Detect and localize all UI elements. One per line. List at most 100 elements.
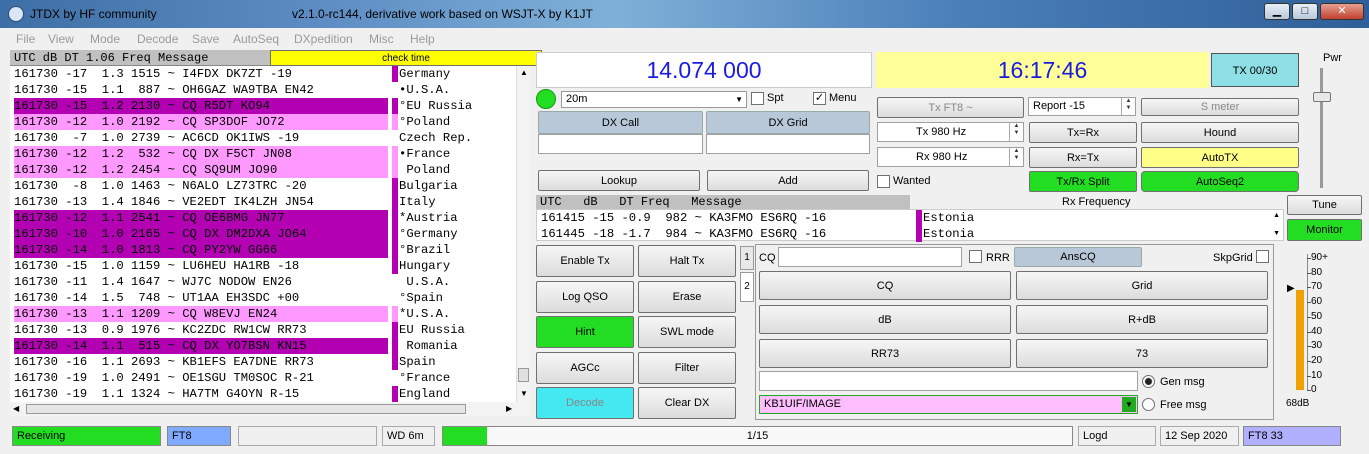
report-spinbox[interactable]: Report -15 ▲ ▼ — [1028, 97, 1136, 116]
filter-button[interactable]: Filter — [638, 352, 736, 384]
band-row[interactable]: 161730 -12 1.2 2454 ~ CQ SQ9UM JO90 Pola… — [10, 162, 516, 178]
autotx-button[interactable]: AutoTX — [1141, 147, 1299, 168]
wanted-checkbox[interactable] — [877, 175, 890, 188]
tx-rx-split-button[interactable]: Tx/Rx Split — [1029, 171, 1137, 192]
tx-spin-arrows-icon[interactable]: ▲ ▼ — [1009, 123, 1023, 141]
lookup-button[interactable]: Lookup — [538, 170, 700, 191]
maximize-button[interactable]: □ — [1292, 3, 1318, 20]
menu-file[interactable]: File — [16, 32, 35, 46]
rrr-checkbox[interactable] — [969, 250, 982, 263]
close-button[interactable]: ✕ — [1320, 3, 1364, 20]
s-meter-button[interactable]: S meter — [1141, 98, 1299, 116]
band-row[interactable]: 161730 -13 0.9 1976 ~ KC2ZDC RW1CW RR73 E… — [10, 322, 516, 338]
halt-tx-button[interactable]: Halt Tx — [638, 245, 736, 277]
band-row[interactable]: 161730 -13 1.1 1209 ~ CQ W8EVJ EN24 *U.S.… — [10, 306, 516, 322]
tab-1[interactable]: 1 — [740, 246, 754, 270]
menu-view[interactable]: View — [48, 32, 74, 46]
gen-73-button[interactable]: 73 — [1016, 339, 1268, 368]
gen-msg-radio[interactable] — [1142, 375, 1155, 388]
band-row[interactable]: 161730 -14 1.5 748 ~ UT1AA EH3SDC +00 °Sp… — [10, 290, 516, 306]
band-row[interactable]: 161730 -14 1.1 515 ~ CQ DX YO7BSN KN15 R… — [10, 338, 516, 354]
scroll-left-icon[interactable]: ◀ — [13, 404, 19, 413]
band-row[interactable]: 161730 -14 1.0 1813 ~ CQ PY2YW GG66 °Braz… — [10, 242, 516, 258]
rx-frequency-list[interactable]: 161415 -15 -0.9 982 ~ KA3FMO ES6RQ -16 E… — [536, 209, 1284, 242]
band-row[interactable]: 161730 -19 1.0 2491 ~ OE1SGU TM0SOC R-21… — [10, 370, 516, 386]
decode-button[interactable]: Decode — [536, 387, 634, 419]
clear-dx-button[interactable]: Clear DX — [638, 387, 736, 419]
rx-spin-arrows-icon[interactable]: ▲ ▼ — [1009, 148, 1023, 166]
menu-dxpedition[interactable]: DXpedition — [294, 32, 353, 46]
band-row[interactable]: 161730 -10 1.0 2165 ~ CQ DX DM2DXA JO64 °… — [10, 226, 516, 242]
cq-input[interactable] — [778, 247, 962, 267]
band-row[interactable]: 161730 -15 1.0 1159 ~ LU6HEU HA1RB -18 Hu… — [10, 258, 516, 274]
tx-mode-button[interactable]: Tx FT8 ~ — [877, 97, 1024, 118]
band-row[interactable]: 161730 -12 1.0 2192 ~ CQ SP3DOF JO72 °Pol… — [10, 114, 516, 130]
menu-checkbox[interactable]: ✓ — [813, 92, 826, 105]
band-row[interactable]: 161730 -12 1.1 2541 ~ CQ OE6BMG JN77 *Aus… — [10, 210, 516, 226]
log-qso-button[interactable]: Log QSO — [536, 281, 634, 313]
menu-misc[interactable]: Misc — [369, 32, 394, 46]
menu-save[interactable]: Save — [192, 32, 219, 46]
tx-eq-rx-button[interactable]: Tx=Rx — [1029, 122, 1137, 143]
gen-message-input[interactable] — [759, 371, 1138, 391]
add-button[interactable]: Add — [707, 170, 869, 191]
band-row[interactable]: 161730 -19 1.1 1324 ~ HA7TM G4OYN R-15 En… — [10, 386, 516, 402]
menu-decode[interactable]: Decode — [137, 32, 178, 46]
gen-db-button[interactable]: dB — [759, 305, 1011, 334]
band-row[interactable]: 161730 -15 1.2 2130 ~ CQ R5DT KO94 °EU Ru… — [10, 98, 516, 114]
dx-grid-input[interactable] — [706, 134, 870, 154]
power-slider-handle[interactable] — [1313, 92, 1331, 102]
band-row[interactable]: 161730 -8 1.0 1463 ~ N6ALO LZ73TRC -20 Bu… — [10, 178, 516, 194]
band-select[interactable]: 20m ▼ — [561, 91, 747, 108]
menu-autoseq[interactable]: AutoSeq — [233, 32, 279, 46]
free-message-combo[interactable]: KB1UIF/IMAGE ▼ — [759, 395, 1138, 414]
band-row[interactable]: 161730 -12 1.2 532 ~ CQ DX F5CT JN08 •Fra… — [10, 146, 516, 162]
swl-mode-button[interactable]: SWL mode — [638, 316, 736, 348]
scroll-down-icon[interactable]: ▼ — [520, 389, 528, 398]
band-row[interactable]: 161730 -16 1.1 2693 ~ KB1EFS EA7DNE RR73… — [10, 354, 516, 370]
band-row-country: Poland — [399, 163, 451, 177]
scroll-up-icon[interactable]: ▲ — [520, 68, 528, 77]
hint-button[interactable]: Hint — [536, 316, 634, 348]
band-row[interactable]: 161730 -17 1.3 1515 ~ I4FDX DK7ZT -19 Ger… — [10, 66, 516, 82]
meter-axis — [1307, 254, 1308, 390]
menu-help[interactable]: Help — [410, 32, 435, 46]
free-msg-radio[interactable] — [1142, 398, 1155, 411]
scroll-thumb[interactable] — [518, 368, 529, 382]
minimize-button[interactable]: ▁ — [1264, 3, 1290, 20]
hscroll-thumb[interactable] — [26, 404, 466, 414]
spt-checkbox[interactable] — [751, 92, 764, 105]
skpgrid-checkbox[interactable] — [1256, 250, 1269, 263]
chevron-down-icon[interactable]: ▼ — [1122, 397, 1136, 412]
rx-scroll-up-icon[interactable]: ▲ — [1273, 212, 1280, 219]
enable-tx-button[interactable]: Enable Tx — [536, 245, 634, 277]
gen-grid-button[interactable]: Grid — [1016, 271, 1268, 300]
scroll-right-icon[interactable]: ▶ — [506, 404, 512, 413]
dx-call-input[interactable] — [538, 134, 703, 154]
gen-rdb-button[interactable]: R+dB — [1016, 305, 1268, 334]
gen-cq-button[interactable]: CQ — [759, 271, 1011, 300]
report-spin-arrows-icon[interactable]: ▲ ▼ — [1121, 98, 1135, 115]
rx-frequency-spinbox[interactable]: Rx 980 Hz ▲ ▼ — [877, 147, 1024, 167]
autoseq2-button[interactable]: AutoSeq2 — [1141, 171, 1299, 192]
rx-scroll-down-icon[interactable]: ▼ — [1273, 230, 1280, 237]
band-row[interactable]: 161730 -11 1.4 1647 ~ WJ7C NODOW EN26 U.… — [10, 274, 516, 290]
erase-button[interactable]: Erase — [638, 281, 736, 313]
agcc-button[interactable]: AGCc — [536, 352, 634, 384]
tab-2[interactable]: 2 — [740, 272, 754, 302]
rx-eq-tx-button[interactable]: Rx=Tx — [1029, 147, 1137, 168]
monitor-button[interactable]: Monitor — [1287, 219, 1362, 241]
tune-button[interactable]: Tune — [1287, 195, 1362, 215]
gen-rr73-button[interactable]: RR73 — [759, 339, 1011, 368]
band-vertical-scrollbar[interactable]: ▲ ▼ — [516, 66, 530, 402]
hound-button[interactable]: Hound — [1141, 122, 1299, 143]
tx-frequency-spinbox[interactable]: Tx 980 Hz ▲ ▼ — [877, 122, 1024, 142]
menu-mode[interactable]: Mode — [90, 32, 120, 46]
band-row[interactable]: 161730 -13 1.4 1846 ~ VE2EDT IK4LZH JN54… — [10, 194, 516, 210]
anscq-button[interactable]: AnsCQ — [1014, 247, 1142, 267]
band-row[interactable]: 161730 -7 1.0 2739 ~ AC6CD OK1IWS -19 Cze… — [10, 130, 516, 146]
band-row[interactable]: 161730 -15 1.1 887 ~ OH6GAZ WA9TBA EN42 •… — [10, 82, 516, 98]
band-horizontal-scrollbar[interactable]: ◀ ▶ — [10, 402, 530, 416]
power-slider-track[interactable] — [1320, 68, 1323, 188]
band-activity-list[interactable]: 161730 -17 1.3 1515 ~ I4FDX DK7ZT -19 Ger… — [10, 66, 516, 402]
